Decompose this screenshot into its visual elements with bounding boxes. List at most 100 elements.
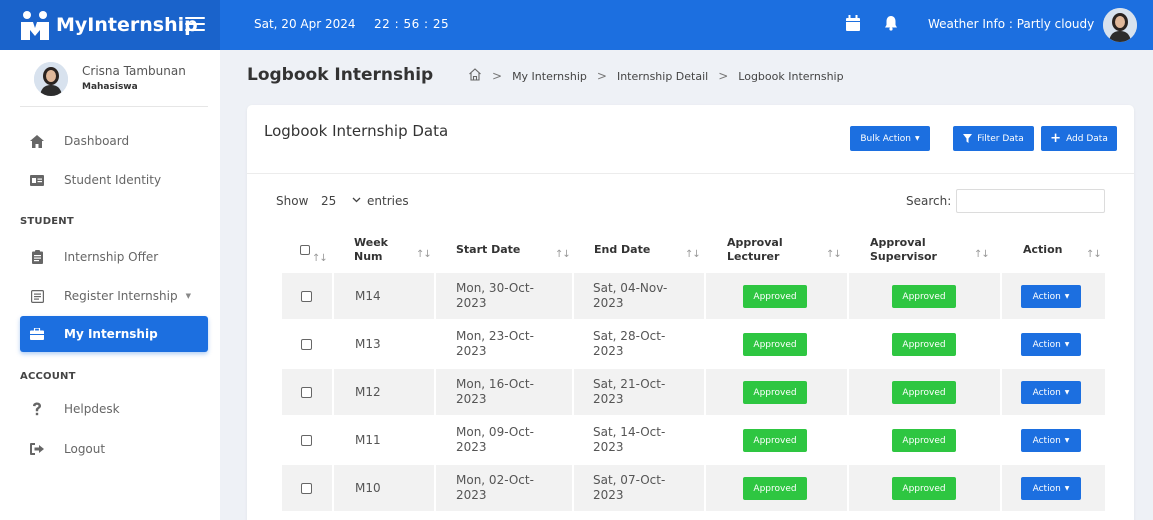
- row-action-button[interactable]: Action ▼: [1021, 285, 1081, 308]
- date-line: 2023: [593, 296, 624, 310]
- date-line: Mon, 16-Oct-: [456, 377, 534, 391]
- date-line: Sat, 28-Oct-: [593, 329, 666, 343]
- avatar: [34, 62, 68, 96]
- row-checkbox[interactable]: [301, 369, 312, 415]
- row-action-button[interactable]: Action ▼: [1021, 429, 1081, 452]
- section-student: STUDENT: [20, 216, 74, 227]
- header-end-date[interactable]: End Date: [594, 227, 650, 273]
- table-row: M11 Mon, 09-Oct- 2023 Sat, 14-Oct- 2023 Ap…: [282, 417, 1105, 463]
- sort-icon[interactable]: ↑↓: [826, 249, 842, 260]
- end-date: Sat, 14-Oct- 2023: [593, 417, 665, 463]
- button-label: Action: [1032, 339, 1061, 350]
- sidebar-item-student-identity[interactable]: Student Identity: [20, 162, 208, 198]
- column-divider: [847, 273, 849, 319]
- column-divider: [1000, 273, 1002, 319]
- breadcrumb: > My Internship > Internship Detail > Lo…: [468, 68, 844, 84]
- date-line: Mon, 09-Oct-: [456, 425, 534, 439]
- chevron-down-icon: ▼: [1064, 389, 1070, 396]
- bulk-action-button[interactable]: Bulk Action ▼: [850, 126, 930, 151]
- sort-icon[interactable]: ↑↓: [312, 253, 328, 264]
- sidebar-item-helpdesk[interactable]: Helpdesk: [20, 391, 208, 427]
- sidebar-item-my-internship[interactable]: My Internship: [20, 316, 208, 352]
- breadcrumb-separator: >: [596, 69, 607, 83]
- clipboard-icon: [30, 250, 44, 264]
- sort-icon[interactable]: ↑↓: [1086, 249, 1102, 260]
- search-input[interactable]: [956, 189, 1105, 213]
- sidebar-item-internship-offer[interactable]: Internship Offer: [20, 239, 208, 275]
- question-icon: [30, 402, 44, 416]
- menu-toggle-icon[interactable]: [185, 13, 205, 33]
- supervisor-status-badge: Approved: [892, 285, 956, 308]
- button-label: Action: [1032, 435, 1061, 446]
- header-action[interactable]: Action: [1023, 227, 1062, 273]
- header-start-date[interactable]: Start Date: [456, 227, 520, 273]
- home-icon[interactable]: [468, 68, 482, 84]
- calendar-icon[interactable]: [846, 15, 860, 35]
- sort-icon[interactable]: ↑↓: [974, 249, 990, 260]
- date-line: 2023: [593, 440, 624, 454]
- date-line: 2023: [456, 392, 487, 406]
- row-action-button[interactable]: Action ▼: [1021, 333, 1081, 356]
- date-line: Sat, 14-Oct-: [593, 425, 666, 439]
- logout-icon: [30, 442, 44, 456]
- lecturer-status-badge: Approved: [743, 333, 807, 356]
- table-row: M14 Mon, 30-Oct- 2023 Sat, 04-Nov- 2023 Ap…: [282, 273, 1105, 319]
- row-checkbox[interactable]: [301, 321, 312, 367]
- date-line: Sat, 07-Oct-: [593, 473, 666, 487]
- chevron-down-icon: ▼: [1064, 341, 1070, 348]
- start-date: Mon, 09-Oct- 2023: [456, 417, 534, 463]
- header-label: Start Date: [456, 243, 521, 256]
- lecturer-status-badge: Approved: [743, 477, 807, 500]
- header-week-num[interactable]: Week Num: [354, 227, 388, 273]
- row-action-button[interactable]: Action ▼: [1021, 477, 1081, 500]
- row-checkbox[interactable]: [301, 273, 312, 319]
- column-divider: [434, 465, 436, 511]
- select-all-checkbox[interactable]: [300, 227, 310, 273]
- card-title: Logbook Internship Data: [264, 122, 449, 140]
- column-divider: [847, 369, 849, 415]
- sidebar-item-dashboard[interactable]: Dashboard: [20, 123, 208, 159]
- start-date: Mon, 23-Oct- 2023: [456, 321, 534, 367]
- user-avatar[interactable]: [1103, 8, 1137, 42]
- sidebar-item-label: My Internship: [64, 327, 158, 341]
- sort-icon[interactable]: ↑↓: [416, 249, 432, 260]
- button-label: Action: [1032, 291, 1061, 302]
- column-divider: [332, 369, 334, 415]
- current-time: 22 : 56 : 25: [374, 17, 450, 31]
- button-label: Bulk Action: [860, 133, 911, 144]
- notification-bell-icon[interactable]: [884, 15, 898, 35]
- show-label: Show: [276, 194, 309, 208]
- column-divider: [434, 369, 436, 415]
- header-approval-lecturer[interactable]: Approval Lecturer: [727, 227, 783, 273]
- sort-icon[interactable]: ↑↓: [685, 249, 701, 260]
- breadcrumb-item: Logbook Internship: [738, 69, 844, 83]
- header-label: End Date: [594, 243, 651, 256]
- add-data-button[interactable]: + Add Data: [1041, 126, 1117, 151]
- week-num: M12: [355, 384, 381, 399]
- header-approval-supervisor[interactable]: Approval Supervisor: [870, 227, 937, 273]
- sidebar-item-label: Logout: [64, 442, 106, 456]
- breadcrumb-item[interactable]: Internship Detail: [617, 70, 708, 83]
- search-label: Search:: [906, 194, 952, 208]
- start-date: Mon, 16-Oct- 2023: [456, 369, 534, 415]
- entries-label: entries: [367, 194, 409, 208]
- brand-logo-icon: [18, 8, 52, 42]
- filter-data-button[interactable]: Filter Data: [953, 126, 1034, 151]
- header-label: Supervisor: [870, 250, 937, 263]
- supervisor-status-badge: Approved: [892, 381, 956, 404]
- sort-icon[interactable]: ↑↓: [555, 249, 571, 260]
- table-row: M12 Mon, 16-Oct- 2023 Sat, 21-Oct- 2023 Ap…: [282, 369, 1105, 415]
- sidebar-item-logout[interactable]: Logout: [20, 431, 208, 467]
- row-checkbox[interactable]: [301, 465, 312, 511]
- sidebar-divider: [20, 106, 208, 107]
- start-date: Mon, 02-Oct- 2023: [456, 465, 534, 511]
- end-date: Sat, 28-Oct- 2023: [593, 321, 665, 367]
- id-card-icon: [30, 173, 44, 187]
- breadcrumb-item[interactable]: My Internship: [512, 70, 587, 83]
- sidebar-item-register-internship[interactable]: Register Internship ▼: [20, 278, 208, 314]
- row-action-button[interactable]: Action ▼: [1021, 381, 1081, 404]
- column-divider: [572, 273, 574, 319]
- brand-name: MyInternship: [56, 14, 198, 36]
- sidebar: Crisna Tambunan Mahasiswa Dashboard Stud…: [0, 50, 220, 520]
- row-checkbox[interactable]: [301, 417, 312, 463]
